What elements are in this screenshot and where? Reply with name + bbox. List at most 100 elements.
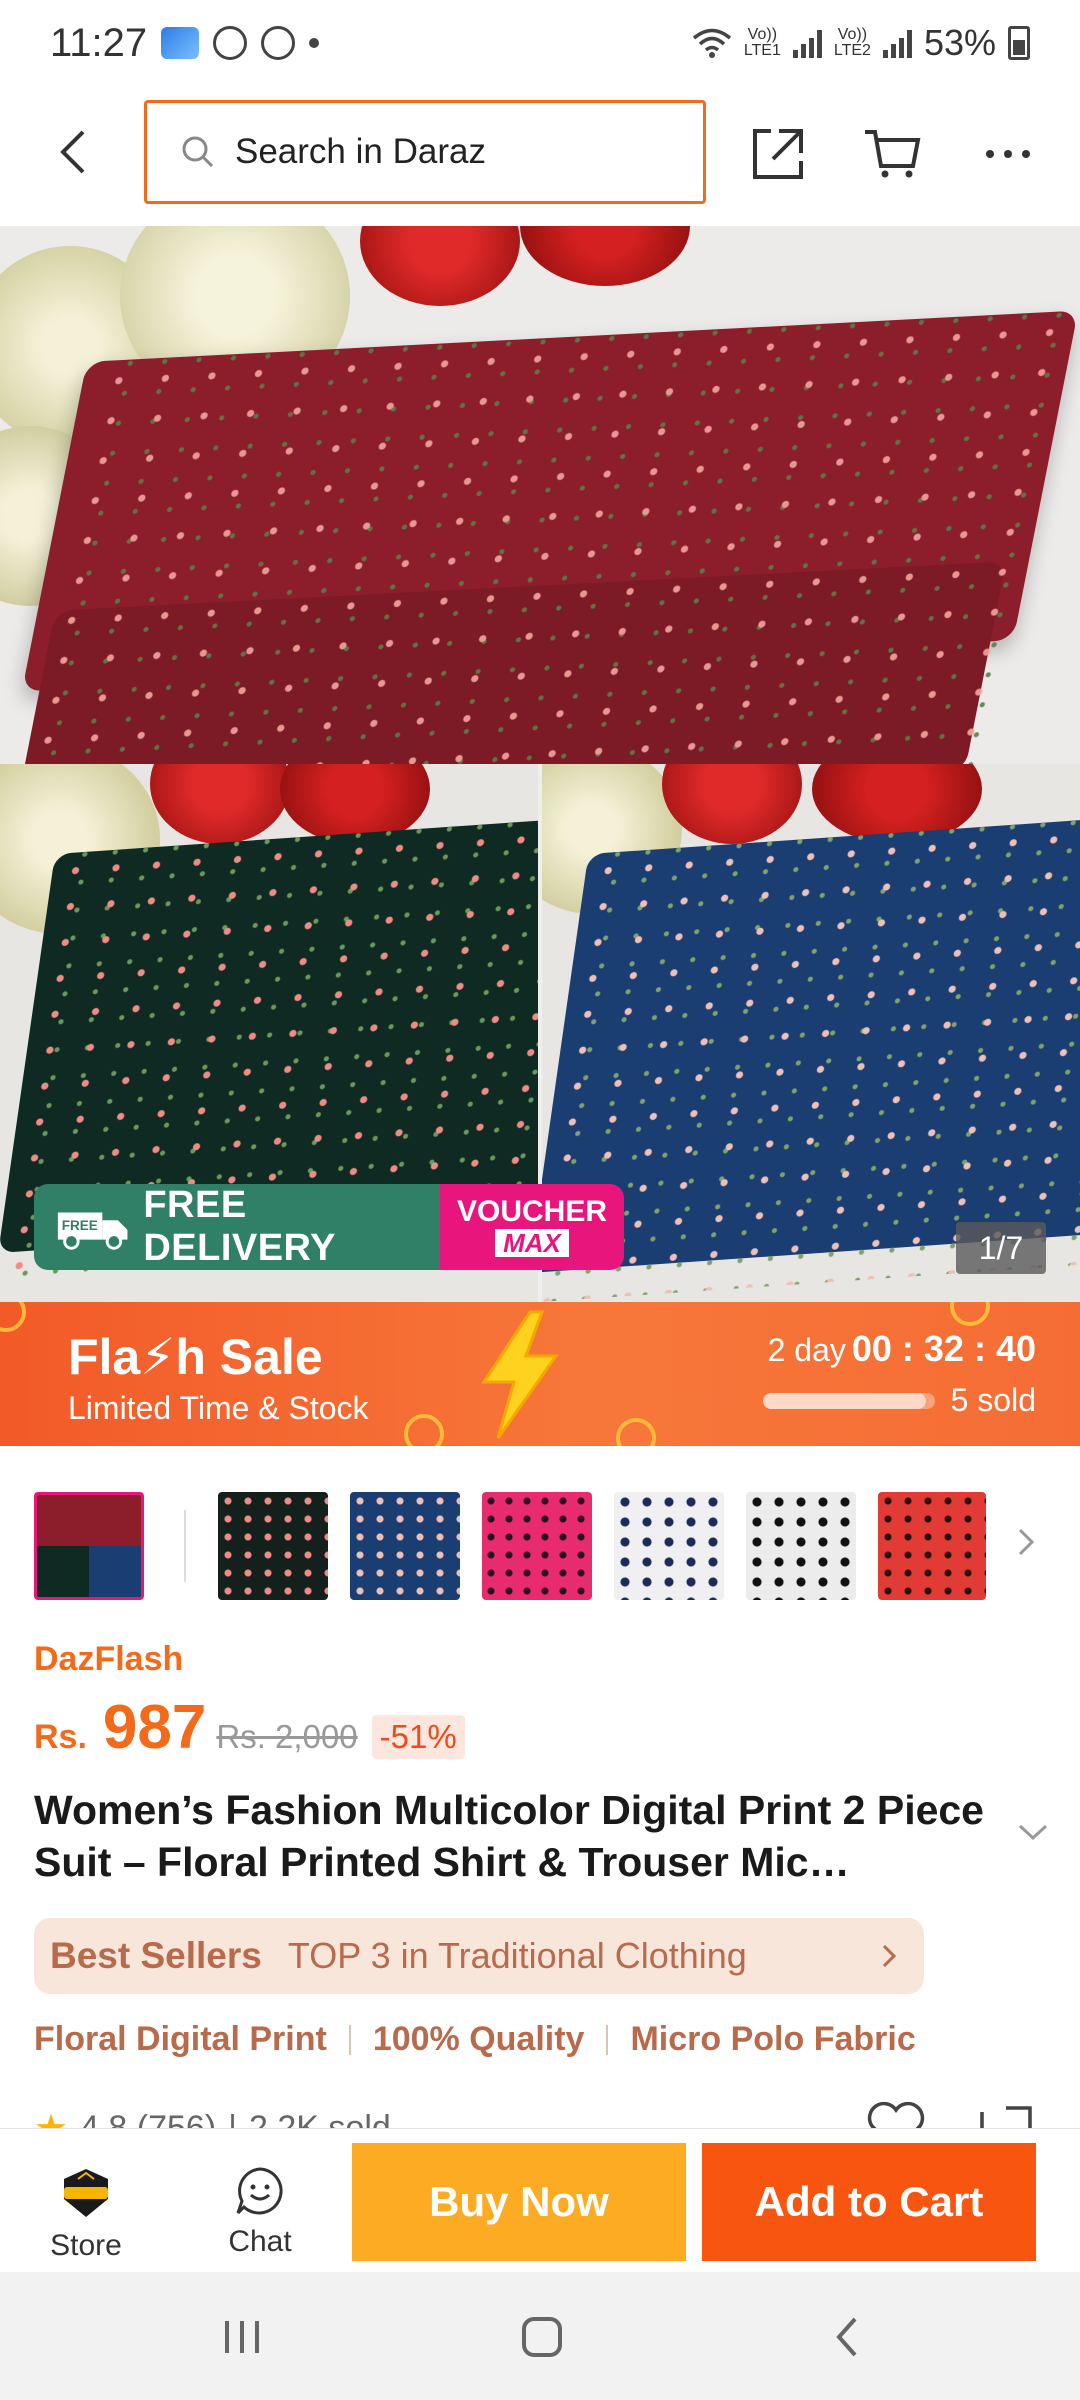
product-title[interactable]: Women’s Fashion Multicolor Digital Print… bbox=[34, 1784, 994, 1888]
voucher-label: VOUCHER bbox=[456, 1195, 607, 1228]
image-counter: 1/7 bbox=[956, 1222, 1046, 1274]
flash-sale-banner[interactable]: Fla⚡h Sale Limited Time & Stock 2 day 00… bbox=[0, 1302, 1080, 1446]
media-icon bbox=[261, 26, 296, 60]
sim1-label: Vo)) LTE1 bbox=[743, 26, 781, 59]
best-sellers-rank: TOP 3 in Traditional Clothing bbox=[287, 1935, 747, 1976]
free-delivery-label: FREE DELIVERY bbox=[143, 1184, 336, 1269]
star-icon: ★ bbox=[34, 2106, 68, 2128]
tag-item: Floral Digital Print bbox=[34, 2020, 327, 2058]
thumbnail-item[interactable] bbox=[482, 1492, 592, 1600]
countdown-day: 2 day bbox=[767, 1332, 846, 1368]
top-header: Search in Daraz bbox=[0, 86, 1080, 226]
chat-icon bbox=[236, 2167, 283, 2215]
system-back-button[interactable] bbox=[816, 2312, 876, 2362]
discount-badge: -51% bbox=[371, 1715, 465, 1759]
wifi-icon bbox=[692, 28, 731, 58]
signal2-icon bbox=[882, 28, 912, 58]
delivery-truck-icon: FREE bbox=[57, 1212, 128, 1250]
product-image-maroon bbox=[0, 226, 1080, 764]
recent-apps-icon bbox=[225, 2321, 259, 2353]
whatsapp-icon bbox=[213, 26, 248, 60]
buy-now-button[interactable]: Buy Now bbox=[352, 2143, 686, 2261]
dazflash-label: DazFlash bbox=[34, 1640, 184, 1678]
tag-item: 100% Quality bbox=[372, 2020, 585, 2058]
search-placeholder: Search in Daraz bbox=[235, 132, 486, 171]
original-price: Rs. 2,000 bbox=[216, 1718, 358, 1755]
thumbnail-item[interactable] bbox=[614, 1492, 724, 1600]
free-delivery-badge: FREE FREE DELIVERY VOUCHER MAX bbox=[34, 1184, 624, 1270]
lightning-icon bbox=[481, 1310, 559, 1439]
clock-decoration-icon bbox=[616, 1418, 656, 1446]
product-image-gallery[interactable]: FREE FREE DELIVERY VOUCHER MAX 1/7 bbox=[0, 226, 1080, 1302]
system-back-icon bbox=[836, 2317, 857, 2357]
thumbnail-item[interactable] bbox=[218, 1492, 328, 1600]
more-options-button[interactable] bbox=[978, 124, 1038, 184]
thumbnail-item[interactable] bbox=[350, 1492, 460, 1600]
rating-divider: | bbox=[228, 2109, 238, 2128]
cart-icon bbox=[865, 130, 921, 178]
sold-total: 2.2K sold bbox=[249, 2109, 391, 2128]
best-sellers-label: Best Sellers bbox=[50, 1935, 262, 1976]
search-input[interactable]: Search in Daraz bbox=[144, 100, 706, 204]
home-icon bbox=[522, 2317, 562, 2357]
store-label: Store bbox=[50, 2229, 122, 2262]
store-button[interactable]: Store bbox=[26, 2165, 146, 2263]
sold-count: 5 sold bbox=[950, 1382, 1036, 1418]
app-notification-icon bbox=[161, 27, 200, 59]
svg-text:FREE: FREE bbox=[62, 1218, 98, 1233]
battery-percent: 53% bbox=[923, 22, 996, 63]
chat-button[interactable]: Chat bbox=[200, 2165, 320, 2259]
share-small-icon[interactable] bbox=[976, 2102, 1036, 2128]
expand-title-icon[interactable] bbox=[1016, 1822, 1050, 1842]
sim2-label: Vo)) LTE2 bbox=[833, 26, 871, 59]
flash-sale-title: Fla⚡h Sale bbox=[68, 1329, 323, 1385]
price-row: Rs. 987 Rs. 2,000 -51% bbox=[34, 1692, 465, 1763]
bottom-action-bar: Store Chat Buy Now Add to Cart bbox=[0, 2128, 1080, 2272]
sold-progress-fill bbox=[762, 1392, 926, 1409]
more-notifications-icon bbox=[309, 38, 320, 48]
flash-sale-subtitle: Limited Time & Stock bbox=[68, 1390, 369, 1426]
tag-divider bbox=[348, 2024, 351, 2055]
thumbnail-item[interactable] bbox=[878, 1492, 986, 1600]
more-icon bbox=[986, 150, 1030, 158]
add-to-cart-button[interactable]: Add to Cart bbox=[702, 2143, 1036, 2261]
price-value: 987 bbox=[102, 1693, 207, 1762]
search-icon bbox=[182, 136, 214, 168]
clock-decoration-icon bbox=[0, 1302, 26, 1332]
product-tags: Floral Digital Print 100% Quality Micro … bbox=[34, 2020, 916, 2059]
best-sellers-banner[interactable]: Best Sellers TOP 3 in Traditional Clothi… bbox=[34, 1918, 924, 1994]
thumbnail-item[interactable] bbox=[34, 1492, 144, 1600]
status-bar: 11:27 Vo)) LTE1 Vo)) LTE2 53% bbox=[0, 0, 1080, 86]
rating-value: 4.8 (756) bbox=[80, 2109, 217, 2128]
price-currency: Rs. bbox=[34, 1718, 87, 1756]
share-icon bbox=[753, 129, 803, 179]
store-logo-icon bbox=[64, 2169, 108, 2217]
back-button[interactable] bbox=[42, 122, 102, 182]
clock-decoration-icon bbox=[950, 1302, 990, 1326]
rating-row: ★ 4.8 (756) | 2.2K sold bbox=[34, 2102, 1046, 2128]
status-time: 11:27 bbox=[50, 20, 148, 65]
signal1-icon bbox=[792, 28, 822, 58]
flash-sale-countdown: 2 day 00 : 32 : 40 bbox=[768, 1328, 1036, 1370]
countdown-timer: 00 : 32 : 40 bbox=[851, 1328, 1036, 1369]
wishlist-heart-icon[interactable] bbox=[866, 2102, 926, 2128]
home-button[interactable] bbox=[512, 2312, 572, 2362]
cart-button[interactable] bbox=[862, 124, 922, 184]
chat-label: Chat bbox=[228, 2225, 292, 2258]
variant-thumbnails bbox=[34, 1490, 1054, 1604]
clock-decoration-icon bbox=[404, 1414, 444, 1446]
back-arrow-icon bbox=[60, 130, 85, 174]
share-button[interactable] bbox=[748, 124, 808, 184]
tag-divider bbox=[606, 2024, 609, 2055]
thumbnail-divider bbox=[184, 1510, 186, 1582]
tag-item: Micro Polo Fabric bbox=[630, 2020, 916, 2058]
system-navigation-bar bbox=[0, 2272, 1080, 2400]
thumbnails-next-icon[interactable] bbox=[1014, 1522, 1038, 1562]
sold-progress-bar bbox=[762, 1392, 935, 1409]
battery-icon bbox=[1008, 26, 1030, 60]
flash-sale-progress: 5 sold bbox=[762, 1382, 1036, 1419]
recent-apps-button[interactable] bbox=[212, 2312, 272, 2362]
thumbnail-item[interactable] bbox=[746, 1492, 856, 1600]
voucher-max-label: MAX bbox=[495, 1229, 569, 1257]
chevron-right-icon bbox=[882, 1944, 897, 1968]
